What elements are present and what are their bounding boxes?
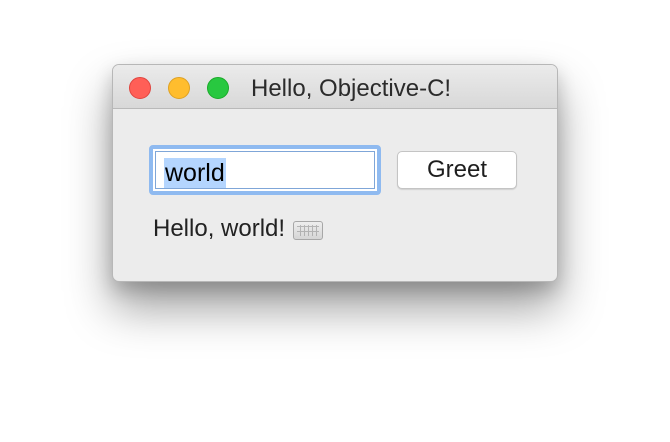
window-title: Hello, Objective-C!	[251, 75, 452, 102]
title-bar[interactable]: Hello, Objective-C!	[113, 65, 557, 109]
keyboard-keys	[297, 224, 320, 236]
window-content: world Greet Hello, world!	[113, 109, 557, 281]
app-window: Hello, Objective-C! world Greet Hello, w…	[112, 64, 558, 282]
keyboard-icon	[293, 220, 324, 240]
greet-button[interactable]: Greet	[397, 151, 517, 189]
zoom-button[interactable]	[207, 77, 229, 99]
name-input[interactable]: world	[149, 145, 381, 195]
greeting-text: Hello, world!	[153, 215, 286, 242]
greeting-result: Hello, world!	[153, 213, 324, 245]
close-button[interactable]	[129, 77, 151, 99]
name-input-value[interactable]: world	[164, 158, 226, 188]
screen: Hello, Objective-C! world Greet Hello, w…	[0, 0, 670, 442]
minimize-button[interactable]	[168, 77, 190, 99]
name-input-inner[interactable]: world	[155, 151, 375, 189]
